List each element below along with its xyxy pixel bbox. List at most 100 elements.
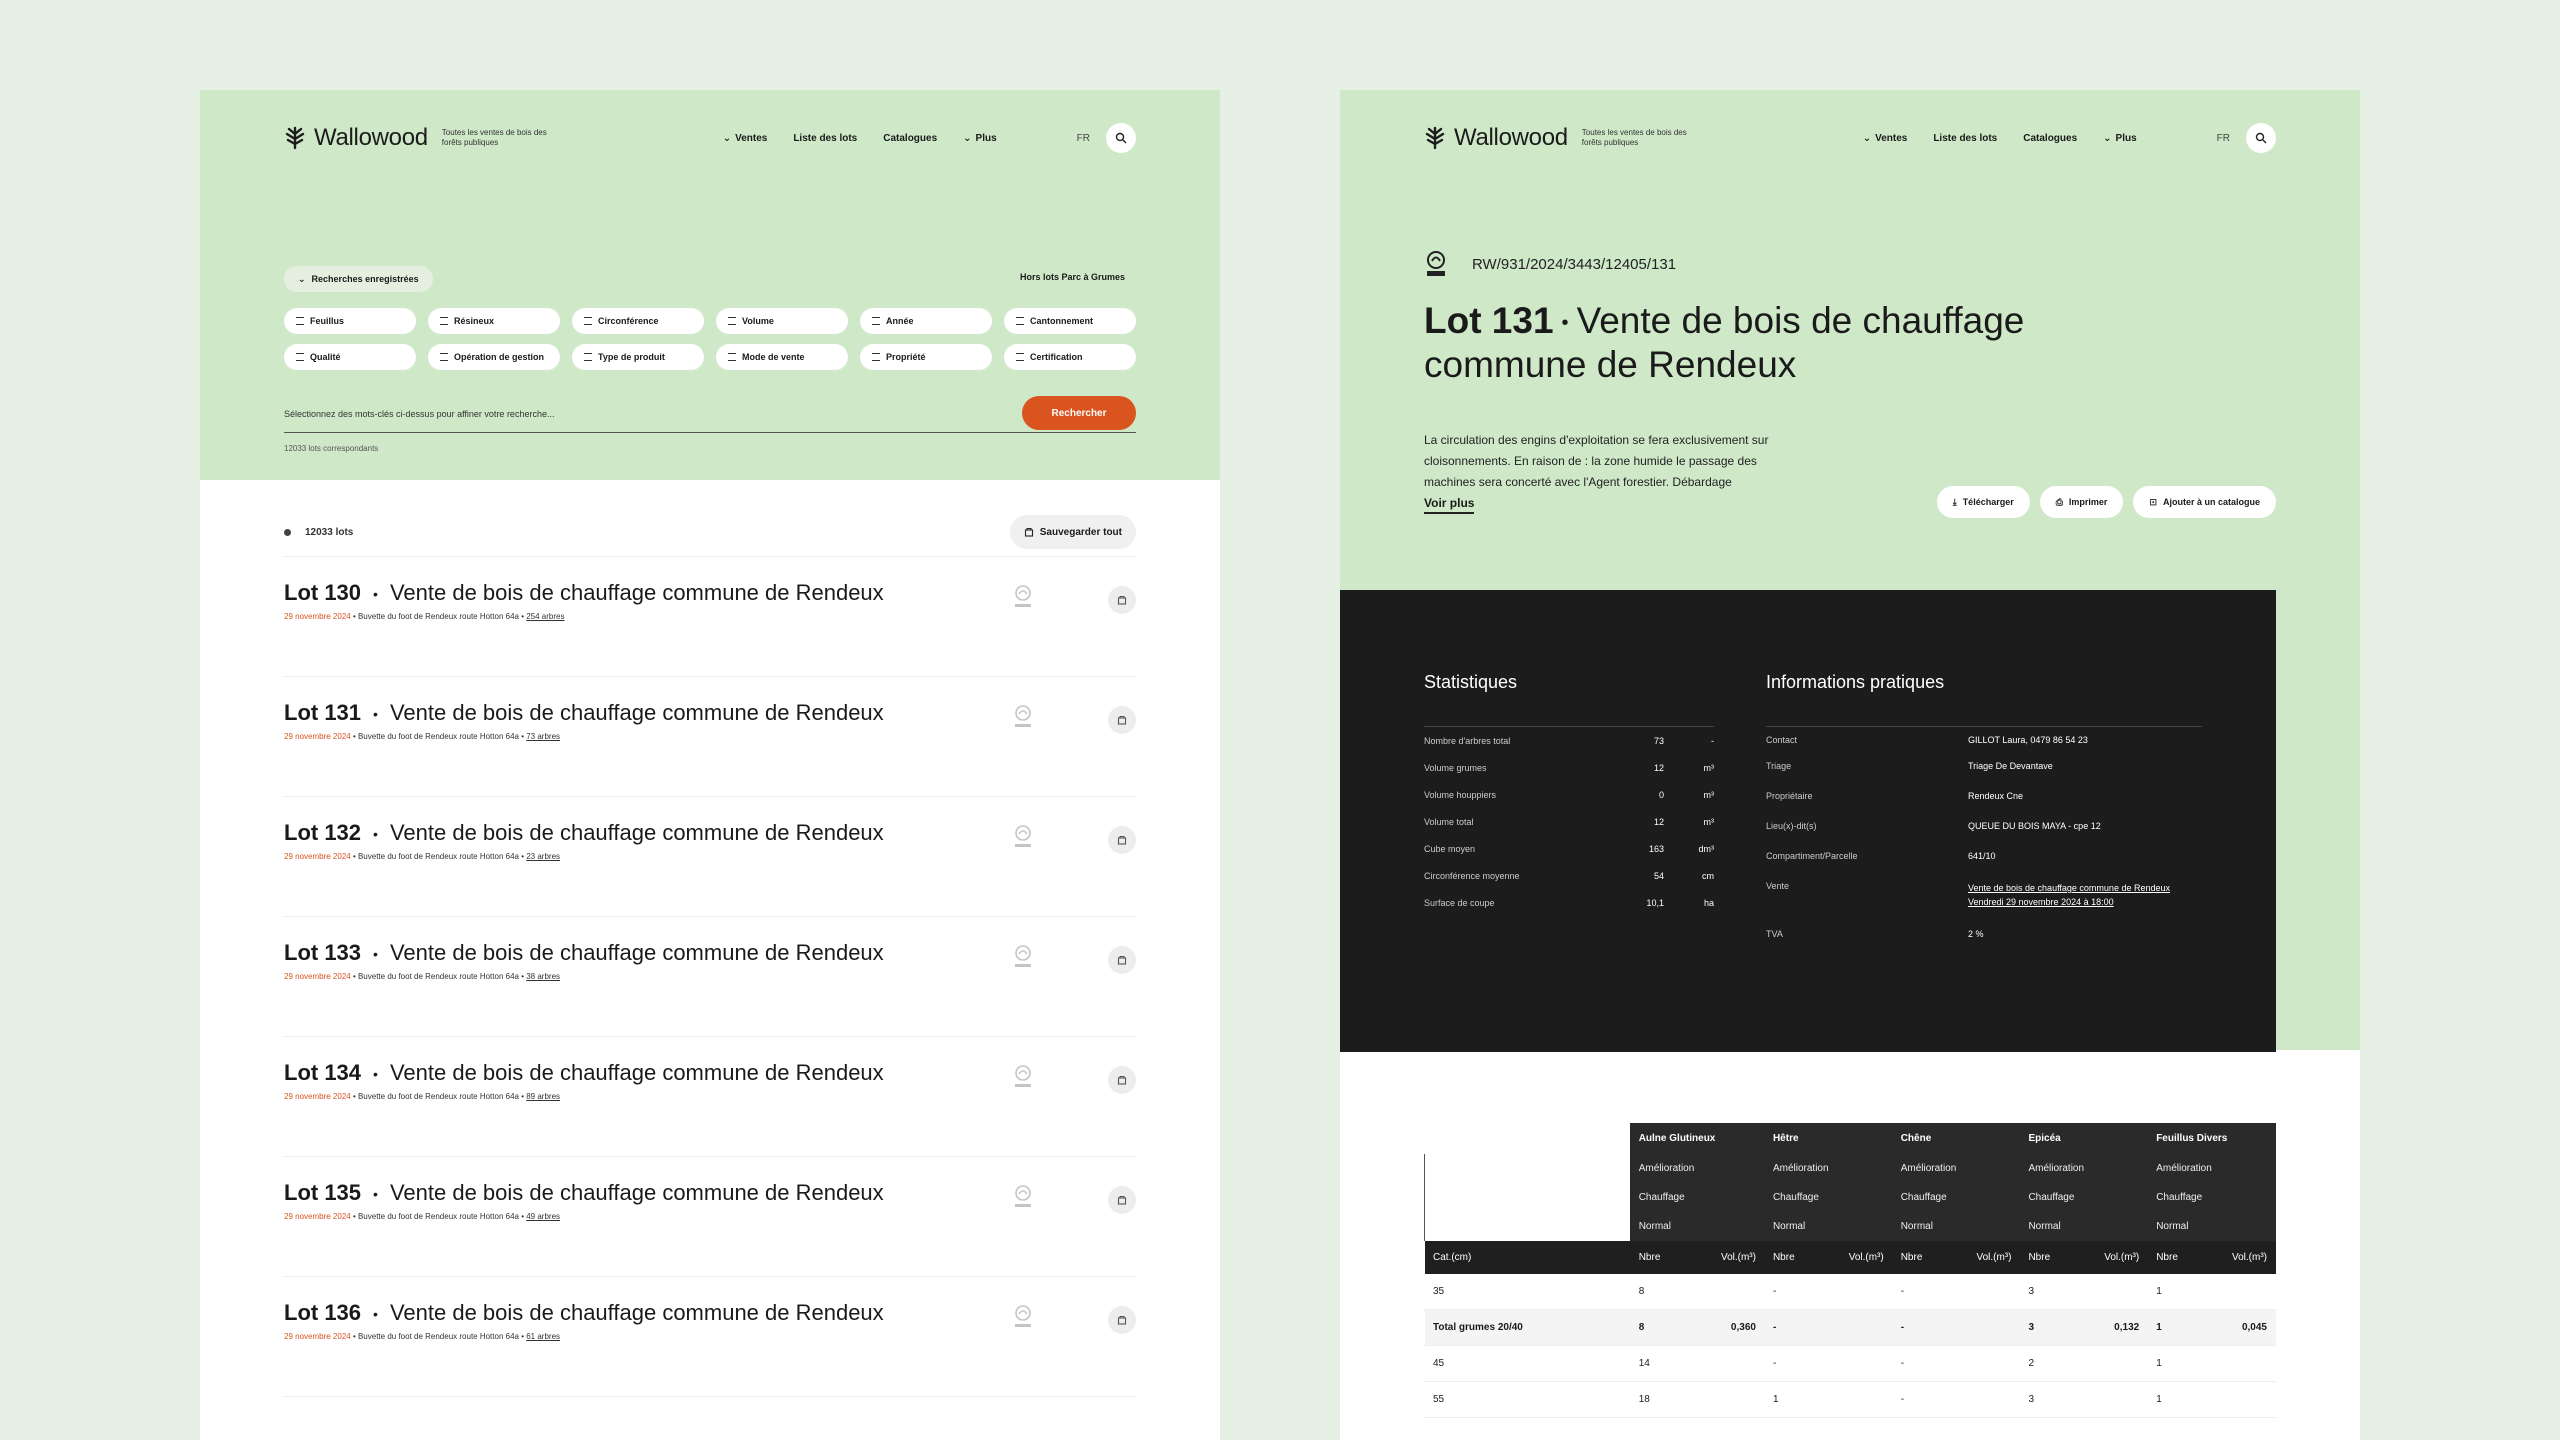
info-row: Lieu(x)-dit(s) QUEUE DU BOIS MAYA - cpe 1…: [1766, 809, 2202, 839]
add-to-basket-button[interactable]: [1108, 1186, 1136, 1214]
add-to-basket-button[interactable]: [1108, 826, 1136, 854]
lot-row[interactable]: Lot 131 • Vente de bois de chauffage commu…: [284, 676, 1136, 797]
lot-row[interactable]: Lot 132 • Vente de bois de chauffage commu…: [284, 796, 1136, 917]
nav-plus[interactable]: ⌄ Plus: [963, 133, 997, 144]
lot-meta: 29 novembre 2024 • Buvette du foot de Re…: [284, 1332, 560, 1341]
nav-plus[interactable]: ⌄ Plus: [2103, 133, 2137, 144]
filter-chip[interactable]: Certification: [1004, 344, 1136, 370]
hors-lots-link[interactable]: Hors lots Parc à Grumes: [1020, 272, 1125, 282]
lot-trees-link[interactable]: 89 arbres: [526, 1092, 560, 1101]
table-cell: -: [1764, 1345, 1821, 1382]
list-toolbar: 12033 lots Sauvegarder tout: [284, 508, 1136, 557]
nav-ventes[interactable]: ⌄ Ventes: [723, 133, 768, 144]
filter-chip[interactable]: Propriété: [860, 344, 992, 370]
lot-trees-link[interactable]: 73 arbres: [526, 732, 560, 741]
leaf-logo-icon: [285, 126, 305, 150]
stat-unit: cm: [1702, 870, 1714, 881]
nav-liste-lots[interactable]: Liste des lots: [1933, 133, 1997, 144]
filter-chip[interactable]: Cantonnement: [1004, 308, 1136, 334]
logo[interactable]: Wallowood: [284, 124, 428, 152]
stat-label: Volume total: [1424, 816, 1474, 827]
stats-title: Statistiques: [1424, 672, 1518, 692]
table-cell: 18: [1630, 1381, 1698, 1418]
species-header: Hêtre: [1763, 1122, 1893, 1154]
filter-chip[interactable]: Opération de gestion: [428, 344, 560, 370]
lot-trees-link[interactable]: 38 arbres: [526, 972, 560, 981]
filter-chip[interactable]: Circonférence: [572, 308, 704, 334]
lot-row[interactable]: Lot 136 • Vente de bois de chauffage commu…: [284, 1276, 1136, 1397]
basket-icon: [1117, 595, 1127, 605]
filter-chip[interactable]: Volume: [716, 308, 848, 334]
basket-icon: [1024, 527, 1033, 537]
lot-title[interactable]: Lot 135 • Vente de bois de chauffage commu…: [284, 1180, 884, 1206]
lot-title[interactable]: Lot 134 • Vente de bois de chauffage commu…: [284, 1060, 884, 1086]
filter-chip[interactable]: Type de produit: [572, 344, 704, 370]
table-cell: 0,045: [2204, 1309, 2276, 1346]
quality-label: Amélioration: [1891, 1153, 2020, 1183]
lot-meta: 29 novembre 2024 • Buvette du foot de Re…: [284, 1212, 560, 1221]
add-to-basket-button[interactable]: [1108, 1066, 1136, 1094]
rechercher-button[interactable]: Rechercher: [1022, 396, 1136, 430]
lot-title[interactable]: Lot 132 • Vente de bois de chauffage commu…: [284, 820, 884, 846]
add-to-basket-button[interactable]: [1108, 706, 1136, 734]
lot-row[interactable]: Lot 134 • Vente de bois de chauffage commu…: [284, 1036, 1136, 1157]
nav-catalogues[interactable]: Catalogues: [883, 133, 937, 144]
lot-row[interactable]: Lot 135 • Vente de bois de chauffage commu…: [284, 1156, 1136, 1277]
stat-label: Volume houppiers: [1424, 789, 1497, 800]
download-button[interactable]: ⤓ Télécharger: [1936, 486, 2030, 518]
separator-dot: •: [350, 612, 358, 621]
lot-trees-link[interactable]: 61 arbres: [526, 1332, 560, 1341]
saved-searches-toggle[interactable]: ⌄ Recherches enregistrées: [284, 266, 433, 292]
table-cell: [1948, 1381, 2020, 1418]
search-button[interactable]: [1106, 123, 1136, 153]
voir-plus-link[interactable]: Voir plus: [1424, 496, 1475, 514]
info-label: Contact: [1766, 735, 1798, 745]
quality-label: Normal: [2147, 1211, 2276, 1241]
filter-chip[interactable]: Feuillus: [284, 308, 416, 334]
add-to-basket-button[interactable]: [1108, 1306, 1136, 1334]
lot-title[interactable]: Lot 130 • Vente de bois de chauffage commu…: [284, 580, 884, 606]
lot-row[interactable]: Lot 133 • Vente de bois de chauffage commu…: [284, 916, 1136, 1037]
lot-trees-link[interactable]: 49 arbres: [526, 1212, 560, 1221]
nav-catalogues[interactable]: Catalogues: [2023, 133, 2077, 144]
add-to-basket-button[interactable]: [1108, 946, 1136, 974]
lot-number: Lot 130: [284, 580, 362, 605]
table-corner: [1424, 1122, 1631, 1154]
keyword-search-field[interactable]: Sélectionnez des mots-clés ci-dessus pou…: [284, 396, 1136, 433]
add-to-catalog-button[interactable]: ⊡ Ajouter à un catalogue: [2133, 486, 2276, 518]
info-title: Informations pratiques: [1766, 672, 1945, 692]
filter-chip[interactable]: Mode de vente: [716, 344, 848, 370]
filter-chip[interactable]: Année: [860, 308, 992, 334]
filter-chip[interactable]: Résineux: [428, 308, 560, 334]
stat-unit: -: [1711, 735, 1714, 746]
print-button[interactable]: ⎙ Imprimer: [2039, 486, 2124, 518]
nav-ventes[interactable]: ⌄ Ventes: [1863, 133, 1908, 144]
table-cell: 14: [1630, 1345, 1698, 1382]
lot-title[interactable]: Lot 133 • Vente de bois de chauffage commu…: [284, 940, 884, 966]
save-all-button[interactable]: Sauvegarder tout: [1009, 515, 1136, 549]
lot-title[interactable]: Lot 131 • Vente de bois de chauffage commu…: [284, 700, 884, 726]
lot-place: Buvette du foot de Rendeux route Hotton …: [357, 1212, 519, 1221]
filter-chip[interactable]: Qualité: [284, 344, 416, 370]
lot-title[interactable]: Lot 136 • Vente de bois de chauffage commu…: [284, 1300, 884, 1326]
quality-label: Chauffage: [1891, 1182, 2020, 1212]
language-switch[interactable]: FR: [1077, 133, 1090, 144]
info-label: TVA: [1766, 929, 1783, 939]
leaf-logo-icon: [1425, 126, 1445, 150]
sale-date-link[interactable]: Vendredi 29 novembre 2024 à 18:00: [1968, 895, 2170, 909]
sale-link[interactable]: Vente de bois de chauffage commune de Re…: [1968, 881, 2170, 895]
lot-row[interactable]: Lot 130 • Vente de bois de chauffage commu…: [284, 556, 1136, 677]
logo[interactable]: Wallowood: [1424, 124, 1568, 152]
nav-liste-lots[interactable]: Liste des lots: [793, 133, 857, 144]
lot-trees-link[interactable]: 254 arbres: [526, 612, 564, 621]
search-button[interactable]: [2246, 123, 2276, 153]
add-to-basket-button[interactable]: [1108, 586, 1136, 614]
species-header: Chêne: [1891, 1122, 2020, 1154]
lot-trees-link[interactable]: 23 arbres: [526, 852, 560, 861]
info-row: Triage Triage De Devantave: [1766, 753, 2202, 779]
lot-meta: 29 novembre 2024 • Buvette du foot de Re…: [284, 732, 560, 741]
lot-date: 29 novembre 2024: [284, 1212, 351, 1221]
stat-unit: m³: [1703, 762, 1715, 773]
language-switch[interactable]: FR: [2217, 133, 2230, 144]
separator-dot: •: [373, 586, 378, 603]
